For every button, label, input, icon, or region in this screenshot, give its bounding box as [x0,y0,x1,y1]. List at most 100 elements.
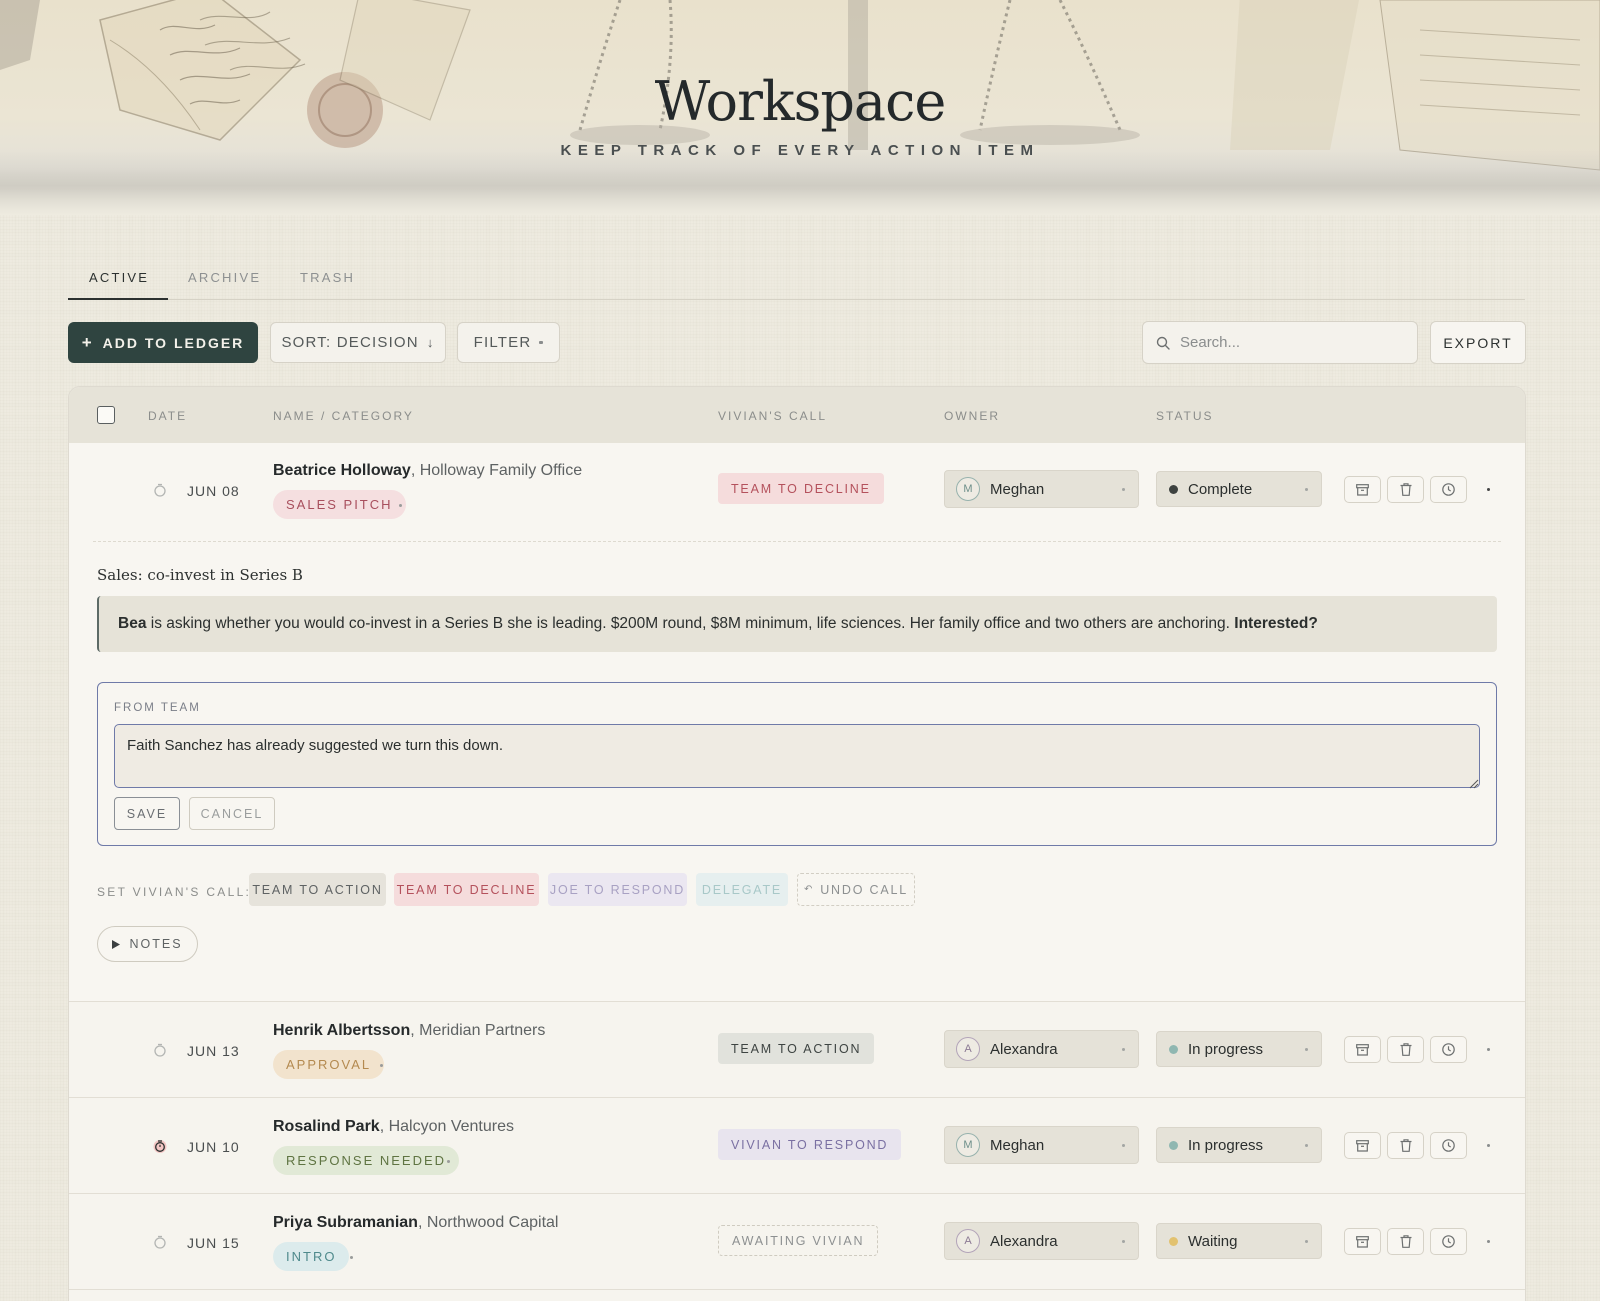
table-row [69,1289,1525,1301]
page-title: Workspace [654,70,947,133]
snooze-button[interactable] [1430,1132,1467,1159]
vivian-call-badge: TEAM TO ACTION [718,1033,875,1064]
row-name: Beatrice Holloway, Holloway Family Offic… [273,462,582,480]
search-box[interactable] [1142,321,1418,364]
call-option-team-to-decline[interactable]: TEAM TO DECLINE [394,873,539,906]
owner-select[interactable]: A Alexandra [944,1030,1139,1068]
status-dot [1169,1140,1178,1150]
notes-toggle[interactable]: NOTES [97,926,198,962]
table-row[interactable]: JUN 13 Henrik Albertsson, Meridian Partn… [69,1001,1525,1097]
snooze-button[interactable] [1430,476,1467,503]
tab-active[interactable]: ACTIVE [89,270,149,285]
trash-icon [1400,483,1411,496]
delete-button[interactable] [1387,476,1424,503]
sort-button[interactable]: SORT: DECISION ↓ [270,322,446,363]
page-subtitle: KEEP TRACK OF EVERY ACTION ITEM [560,142,1040,159]
undo-call-button[interactable]: ↶ UNDO CALL [797,873,915,906]
contact-org: , Holloway Family Office [410,462,583,479]
clock-icon [1442,1043,1455,1056]
timer-icon [154,483,166,497]
add-to-ledger-button[interactable]: + ADD TO LEDGER [68,322,258,363]
resize-grip-icon[interactable] [1469,779,1479,789]
select-all-checkbox[interactable] [97,406,115,424]
archive-icon [1356,1043,1369,1056]
status-select[interactable]: Waiting [1156,1223,1322,1259]
archive-button[interactable] [1344,1228,1381,1255]
call-option-joe-to-respond[interactable]: JOE TO RESPOND [548,873,687,906]
archive-icon [1356,1139,1369,1152]
delete-button[interactable] [1387,1036,1424,1063]
more-icon[interactable] [1487,488,1490,491]
category-pill[interactable]: RESPONSE NEEDED [273,1146,460,1175]
owner-name: Meghan [990,1136,1045,1154]
row-name: Henrik Albertsson, Meridian Partners [273,1022,545,1040]
row-date: JUN 08 [187,483,240,499]
add-to-ledger-label: ADD TO LEDGER [102,334,245,351]
column-header-owner: OWNER [944,409,1000,423]
table-row[interactable]: JUN 10 Rosalind Park, Halcyon Ventures R… [69,1097,1525,1193]
detail-title: Sales: co-invest in Series B [97,566,303,584]
table-row[interactable]: JUN 08 Beatrice Holloway, Holloway Famil… [69,443,1525,1003]
row-date: JUN 10 [187,1139,240,1155]
cancel-button[interactable]: CANCEL [189,797,275,830]
owner-name: Meghan [990,480,1045,498]
column-header-name: NAME / CATEGORY [273,409,414,423]
archive-button[interactable] [1344,1132,1381,1159]
archive-button[interactable] [1344,1036,1381,1063]
filter-label: FILTER [473,334,532,351]
chevron-down-icon [1122,488,1125,491]
tab-trash[interactable]: TRASH [300,270,355,285]
category-pill[interactable]: INTRO [273,1242,350,1271]
archive-button[interactable] [1344,476,1381,503]
search-input[interactable] [1180,334,1400,351]
table-header: DATE NAME / CATEGORY VIVIAN'S CALL OWNER… [69,387,1525,443]
export-button[interactable]: EXPORT [1430,321,1526,364]
delete-button[interactable] [1387,1228,1424,1255]
more-icon[interactable] [1487,1144,1490,1147]
row-date: JUN 15 [187,1235,240,1251]
category-pill[interactable]: APPROVAL [273,1050,385,1079]
from-team-textarea[interactable] [114,724,1480,788]
column-header-status: STATUS [1156,409,1214,423]
snooze-button[interactable] [1430,1228,1467,1255]
clock-icon [1442,1139,1455,1152]
owner-select[interactable]: M Meghan [944,470,1139,508]
category-more-dot[interactable] [399,504,402,507]
snooze-button[interactable] [1430,1036,1467,1063]
status-select[interactable]: Complete [1156,471,1322,507]
category-more-dot[interactable] [380,1064,383,1067]
more-icon[interactable] [1487,1048,1490,1051]
from-team-label: FROM TEAM [114,702,201,714]
status-label: In progress [1188,1136,1264,1154]
row-date: JUN 13 [187,1043,240,1059]
contact-name: Priya Subramanian [273,1214,418,1231]
vivian-call-badge: AWAITING VIVIAN [718,1225,879,1256]
filter-button[interactable]: FILTER [457,322,560,363]
owner-select[interactable]: M Meghan [944,1126,1139,1164]
category-pill[interactable]: SALES PITCH [273,490,406,519]
contact-name: Rosalind Park [273,1118,380,1135]
undo-call-label: UNDO CALL [820,882,908,897]
category-more-dot[interactable] [447,1160,450,1163]
chevron-down-icon [1305,1240,1308,1243]
table-row[interactable]: JUN 15 Priya Subramanian, Northwood Capi… [69,1193,1525,1289]
avatar: A [956,1037,980,1061]
call-option-team-to-action[interactable]: TEAM TO ACTION [249,873,386,906]
owner-name: Alexandra [990,1040,1058,1058]
more-icon[interactable] [1487,1240,1490,1243]
category-more-dot[interactable] [350,1256,353,1259]
owner-select[interactable]: A Alexandra [944,1222,1139,1260]
from-team-panel: FROM TEAM SAVE CANCEL [97,682,1497,846]
delete-button[interactable] [1387,1132,1424,1159]
status-select[interactable]: In progress [1156,1031,1322,1067]
timer-alert-icon [153,1140,167,1153]
save-button[interactable]: SAVE [114,797,180,830]
avatar: M [956,477,980,501]
avatar: A [956,1229,980,1253]
trash-icon [1400,1139,1411,1152]
call-option-delegate[interactable]: DELEGATE [696,873,788,906]
contact-name: Beatrice Holloway [273,462,411,479]
status-select[interactable]: In progress [1156,1127,1322,1163]
hero-fade [0,150,1600,215]
tab-archive[interactable]: ARCHIVE [188,270,261,285]
